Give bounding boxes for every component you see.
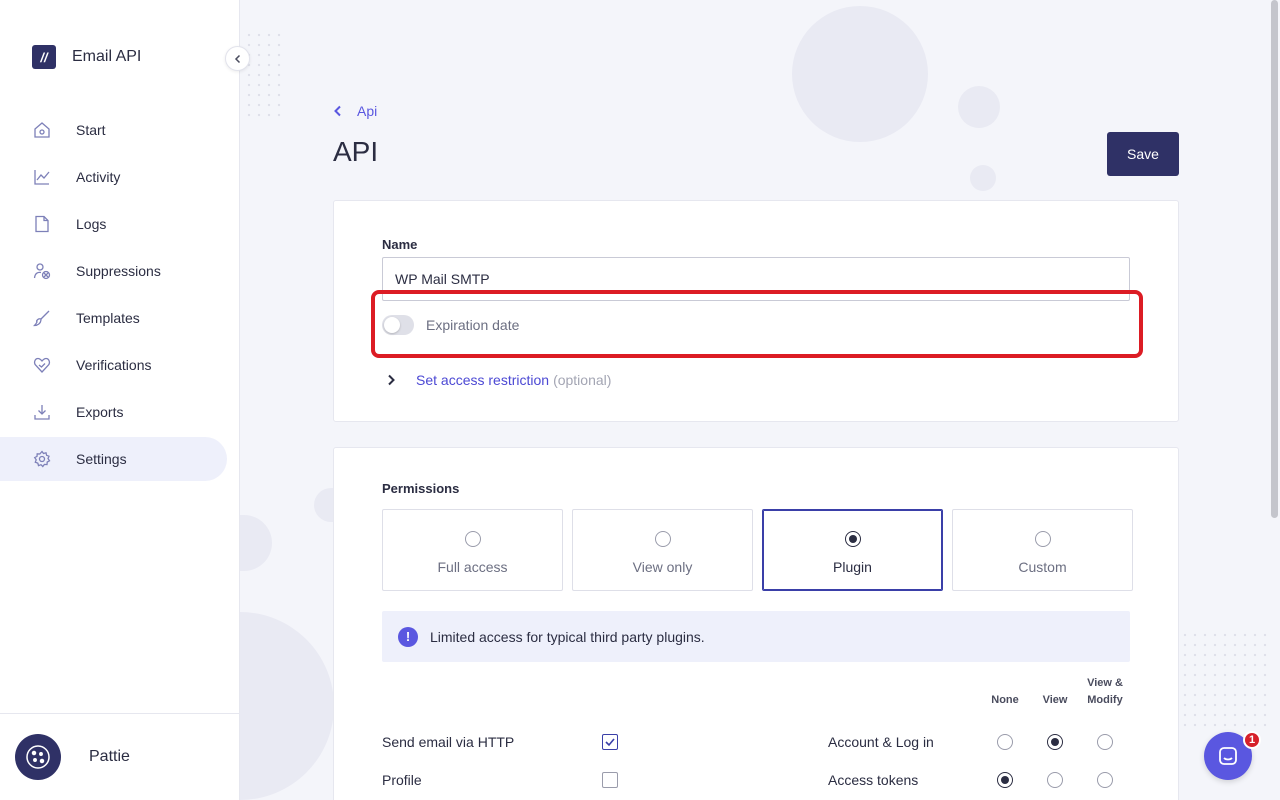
radio-button[interactable]	[1034, 531, 1051, 547]
sidebar-item-logs[interactable]: Logs	[0, 202, 227, 246]
home-icon	[32, 120, 52, 140]
chart-icon	[32, 167, 52, 187]
permission-row-label: Send email via HTTP	[382, 734, 515, 750]
download-icon	[32, 402, 52, 422]
permission-option-full-access[interactable]: Full access	[382, 509, 563, 591]
sidebar-item-exports[interactable]: Exports	[0, 390, 227, 434]
chevron-left-icon	[234, 54, 240, 63]
brand[interactable]: // Email API	[32, 45, 141, 69]
permissions-card: Permissions Full access View only Plugin…	[333, 447, 1179, 800]
permission-option-plugin[interactable]: Plugin	[762, 509, 943, 591]
heart-check-icon	[32, 355, 52, 375]
access-restriction-toggle[interactable]: Set access restriction (optional)	[386, 372, 611, 388]
user-name: Pattie	[89, 748, 130, 765]
permission-options: Full access View only Plugin Custom	[382, 509, 1133, 591]
radio-button[interactable]	[654, 531, 671, 547]
sidebar-item-label: Suppressions	[76, 263, 161, 279]
api-details-card: Name Expiration date Set access restrict…	[333, 200, 1179, 422]
avatar	[15, 734, 61, 780]
info-banner: ! Limited access for typical third party…	[382, 611, 1130, 662]
main-content: Api API Save Name Expiration date Set ac…	[240, 0, 1280, 800]
profile-checkbox[interactable]	[602, 772, 618, 788]
name-label: Name	[382, 237, 418, 252]
permission-option-view-only[interactable]: View only	[572, 509, 753, 591]
column-header-view-modify: View & Modify	[1087, 677, 1123, 706]
sidebar-item-start[interactable]: Start	[0, 108, 227, 152]
permission-option-custom[interactable]: Custom	[952, 509, 1133, 591]
permission-row-label: Profile	[382, 772, 422, 788]
account-view-radio[interactable]	[1047, 734, 1063, 750]
radio-button[interactable]	[844, 531, 861, 547]
permission-option-label: Full access	[437, 559, 508, 575]
expiration-label: Expiration date	[426, 317, 520, 333]
file-icon	[32, 214, 52, 234]
sidebar: // Email API Start Activity Logs Suppres…	[0, 0, 240, 800]
check-icon	[605, 738, 615, 747]
sidebar-item-settings[interactable]: Settings	[0, 437, 227, 481]
chevron-right-icon	[388, 374, 395, 386]
gear-icon	[32, 449, 52, 469]
tokens-modify-radio[interactable]	[1097, 772, 1113, 788]
save-button[interactable]: Save	[1107, 132, 1179, 176]
tokens-view-radio[interactable]	[1047, 772, 1063, 788]
column-header-view: View	[1042, 694, 1068, 706]
access-restriction-link[interactable]: Set access restriction	[416, 372, 549, 388]
brand-name: Email API	[72, 48, 142, 65]
sidebar-item-label: Settings	[76, 451, 127, 467]
sidebar-item-activity[interactable]: Activity	[0, 155, 227, 199]
permission-option-label: Custom	[1018, 559, 1067, 575]
sidebar-item-templates[interactable]: Templates	[0, 296, 227, 340]
permission-option-label: Plugin	[833, 559, 872, 575]
permissions-label: Permissions	[382, 481, 460, 496]
account-none-radio[interactable]	[997, 734, 1013, 750]
permission-option-label: View only	[632, 559, 693, 575]
sidebar-item-suppressions[interactable]: Suppressions	[0, 249, 227, 293]
brush-icon	[32, 308, 52, 328]
chat-icon	[1219, 747, 1237, 765]
user-blocked-icon	[32, 261, 52, 281]
column-header-none: None	[991, 694, 1019, 706]
sidebar-item-label: Logs	[76, 216, 107, 232]
send-email-checkbox[interactable]	[602, 734, 618, 750]
user-menu[interactable]: Pattie	[0, 713, 240, 800]
sidebar-item-label: Verifications	[76, 357, 152, 373]
optional-hint: (optional)	[553, 372, 612, 388]
collapse-sidebar-button[interactable]	[225, 46, 250, 71]
info-icon: !	[398, 626, 418, 647]
breadcrumb-link[interactable]: Api	[357, 103, 377, 119]
radio-button[interactable]	[464, 531, 481, 547]
brand-logo-icon: //	[32, 45, 56, 69]
sidebar-item-verifications[interactable]: Verifications	[0, 343, 227, 387]
sidebar-nav: Start Activity Logs Suppressions Templat…	[0, 108, 240, 484]
sidebar-item-label: Templates	[76, 310, 140, 326]
info-text: Limited access for typical third party p…	[430, 628, 705, 645]
account-modify-radio[interactable]	[1097, 734, 1113, 750]
notification-badge: 1	[1243, 731, 1261, 749]
chevron-left-icon	[333, 105, 343, 117]
permission-row-label: Account & Log in	[828, 734, 934, 750]
breadcrumb[interactable]: Api	[333, 103, 377, 119]
sidebar-item-label: Start	[76, 122, 106, 138]
sidebar-item-label: Activity	[76, 169, 121, 185]
scrollbar[interactable]	[1271, 0, 1278, 518]
sidebar-item-label: Exports	[76, 404, 124, 420]
permission-row-label: Access tokens	[828, 772, 919, 788]
tokens-none-radio[interactable]	[997, 772, 1013, 788]
toggle-knob	[384, 317, 400, 333]
page-title: API	[333, 136, 379, 167]
expiration-toggle[interactable]	[382, 315, 414, 335]
